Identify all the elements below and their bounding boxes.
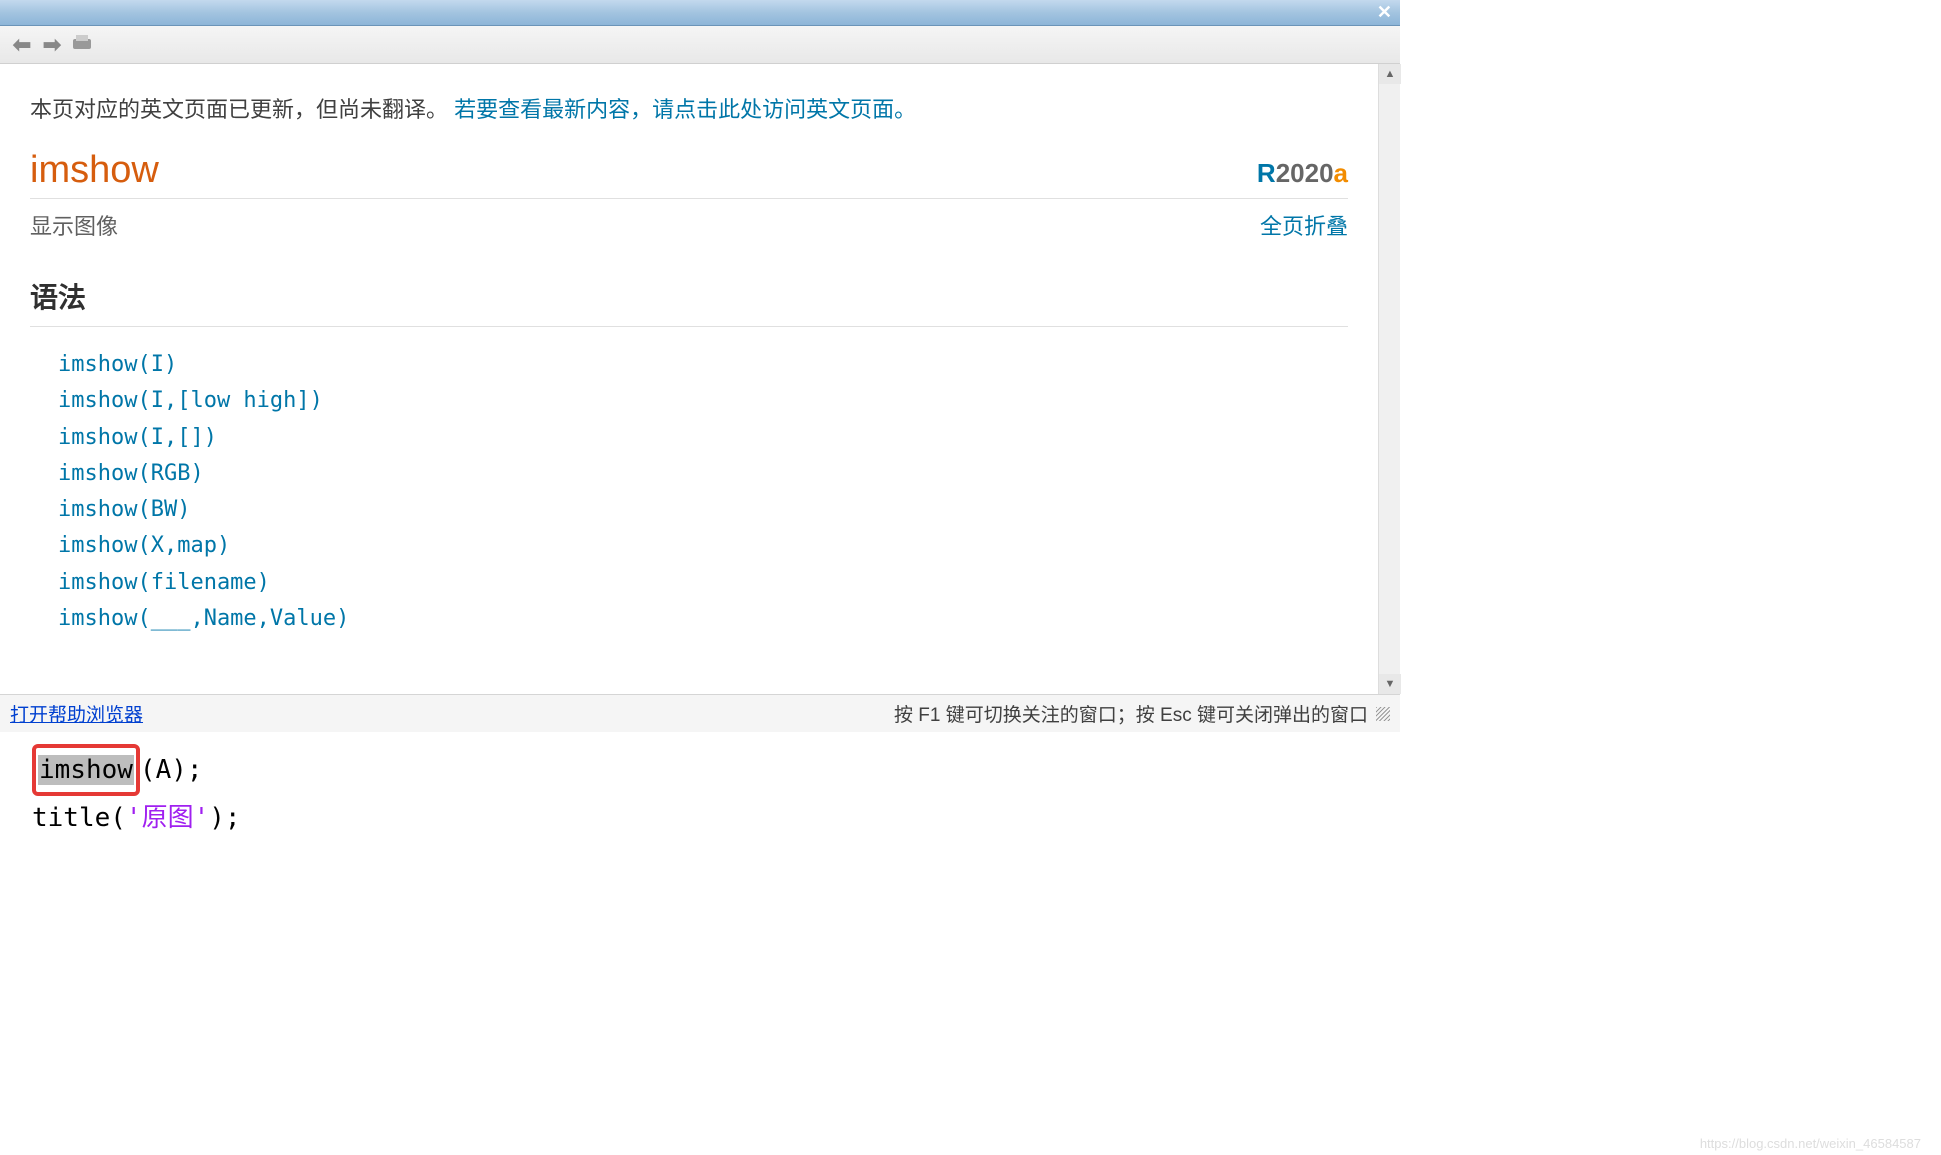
syntax-item[interactable]: imshow(BW)	[58, 492, 1348, 528]
printer-icon	[71, 35, 93, 55]
content-area: 本页对应的英文页面已更新，但尚未翻译。 若要查看最新内容，请点击此处访问英文页面…	[0, 64, 1400, 694]
syntax-list: imshow(I) imshow(I,[low high]) imshow(I,…	[30, 347, 1348, 637]
back-button[interactable]: ⬅	[8, 31, 36, 59]
selected-text: imshow	[38, 755, 134, 785]
editor-code: imshow(A); title('原图');	[0, 732, 1400, 840]
outer-vertical-scrollbar[interactable]: ▲	[1378, 64, 1400, 164]
syntax-item[interactable]: imshow(filename)	[58, 565, 1348, 601]
collapse-link[interactable]: 全页折叠	[1260, 209, 1348, 241]
resize-grip-icon[interactable]	[1376, 707, 1390, 721]
release-label: R2020a	[1257, 158, 1348, 189]
close-icon[interactable]: ✕	[1377, 2, 1392, 22]
code-line: imshow(A);	[32, 744, 203, 796]
syntax-item[interactable]: imshow(I,[low high])	[58, 383, 1348, 419]
forward-button[interactable]: ➡	[38, 31, 66, 59]
subtitle-row: 显示图像 全页折叠	[30, 209, 1348, 241]
syntax-item[interactable]: imshow(___,Name,Value)	[58, 601, 1348, 637]
scroll-up-icon[interactable]: ▲	[1379, 64, 1401, 84]
highlight-box: imshow	[32, 744, 140, 796]
syntax-item[interactable]: imshow(X,map)	[58, 528, 1348, 564]
syntax-item[interactable]: imshow(I,[])	[58, 420, 1348, 456]
arrow-right-icon: ➡	[43, 32, 61, 58]
toolbar: ⬅ ➡	[0, 26, 1400, 64]
function-name: imshow	[30, 149, 159, 192]
notice-link[interactable]: 若要查看最新内容，请点击此处访问英文页面。	[454, 97, 916, 122]
syntax-item[interactable]: imshow(I)	[58, 347, 1348, 383]
watermark: https://blog.csdn.net/weixin_46584587	[1700, 1136, 1921, 1151]
notice-text: 本页对应的英文页面已更新，但尚未翻译。	[30, 97, 454, 122]
code-line: title('原图');	[32, 796, 1400, 840]
window-title-bar: ✕	[0, 0, 1400, 26]
function-subtitle: 显示图像	[30, 209, 118, 241]
scroll-down-icon[interactable]: ▼	[1379, 674, 1401, 694]
arrow-left-icon: ⬅	[13, 32, 31, 58]
help-footer: 打开帮助浏览器 按 F1 键可切换关注的窗口；按 Esc 键可关闭弹出的窗口	[0, 694, 1400, 732]
footer-hint: 按 F1 键可切换关注的窗口；按 Esc 键可关闭弹出的窗口	[894, 700, 1368, 727]
translation-notice: 本页对应的英文页面已更新，但尚未翻译。 若要查看最新内容，请点击此处访问英文页面…	[30, 92, 1348, 124]
syntax-heading: 语法	[30, 276, 1348, 327]
print-button[interactable]	[68, 31, 96, 59]
function-header: imshow R2020a	[30, 149, 1348, 199]
syntax-item[interactable]: imshow(RGB)	[58, 456, 1348, 492]
open-help-browser-link[interactable]: 打开帮助浏览器	[10, 700, 143, 727]
